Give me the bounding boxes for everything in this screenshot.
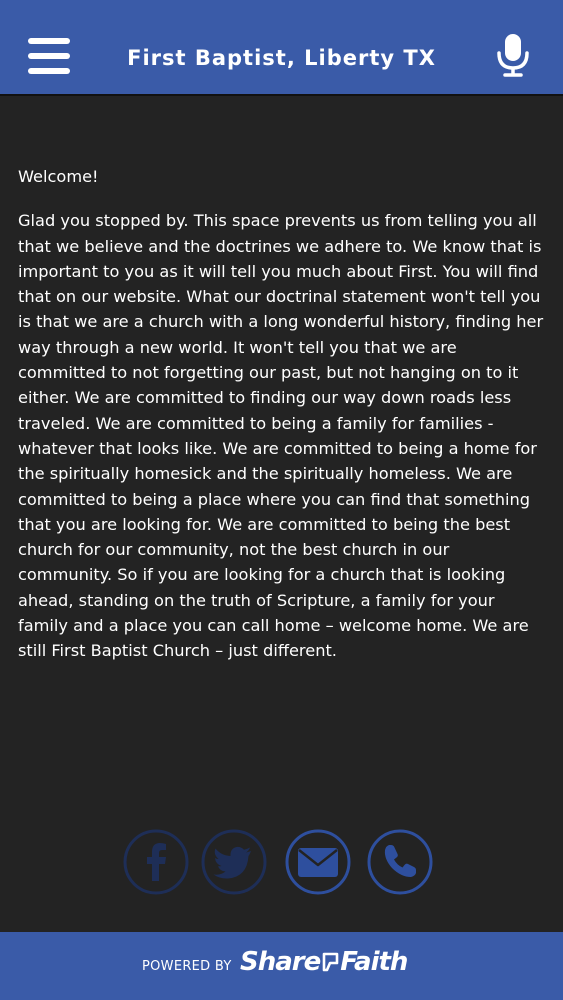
brand-part-faith: Faith <box>340 947 408 977</box>
brand-part-share: Share <box>240 947 321 977</box>
page-title: First Baptist, Liberty TX <box>127 46 436 70</box>
social-links-bar <box>0 829 563 899</box>
app-footer: POWERED BY Share Faith <box>0 932 563 1000</box>
microphone-icon[interactable] <box>494 32 532 78</box>
facebook-icon[interactable] <box>123 829 189 895</box>
app-header: First Baptist, Liberty TX <box>0 0 563 96</box>
sharefaith-mark-icon <box>322 952 339 972</box>
welcome-heading: Welcome! <box>18 167 99 186</box>
welcome-content: Welcome! Glad you stopped by. This space… <box>18 164 548 664</box>
email-icon[interactable] <box>285 829 351 895</box>
welcome-body-text: Glad you stopped by. This space prevents… <box>18 211 544 661</box>
twitter-icon[interactable] <box>201 829 267 895</box>
sharefaith-logo[interactable]: Share Faith <box>240 947 408 977</box>
powered-by-label: POWERED BY <box>142 959 232 974</box>
phone-icon[interactable] <box>367 829 433 895</box>
hamburger-menu-icon[interactable] <box>28 38 70 74</box>
